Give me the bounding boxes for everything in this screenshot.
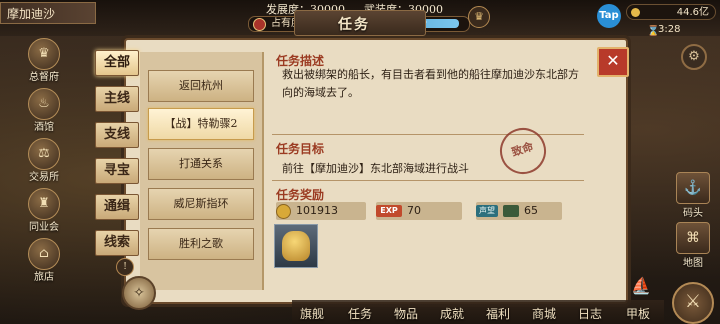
goal-title: 任务目标 bbox=[276, 142, 325, 156]
reward-item-golden-lion[interactable] bbox=[274, 224, 318, 268]
reward-rep-value: 65 bbox=[524, 204, 538, 217]
panel-title: 任务 bbox=[338, 17, 370, 33]
tab-wanted[interactable]: 通缉 bbox=[95, 194, 139, 220]
menu-exchange[interactable]: ⚖ 交易所 bbox=[22, 138, 66, 183]
close-button[interactable]: ✕ bbox=[597, 47, 629, 77]
menu-label: 旅店 bbox=[34, 272, 54, 283]
nav-items[interactable]: 物品 bbox=[394, 305, 418, 322]
reward-gold-value: 101913 bbox=[296, 204, 338, 217]
gear-icon[interactable]: ⚙ bbox=[681, 44, 707, 70]
menu-label: 交易所 bbox=[29, 172, 59, 183]
compass-icon[interactable]: ✧ bbox=[122, 276, 156, 310]
nav-log[interactable]: 日志 bbox=[578, 305, 602, 322]
nav-achievements[interactable]: 成就 bbox=[440, 305, 464, 322]
crown-icon[interactable]: ♛ bbox=[468, 6, 490, 28]
inn-icon: ⌂ bbox=[28, 238, 60, 270]
menu-map[interactable]: ⌘ 地图 bbox=[672, 222, 714, 269]
tap-button[interactable]: Tap bbox=[597, 4, 621, 28]
governor-icon: ♛ bbox=[28, 38, 60, 70]
gold-value: 44.6亿 bbox=[676, 7, 709, 18]
tab-clues[interactable]: 线索 bbox=[95, 230, 139, 256]
coin-icon bbox=[631, 8, 640, 17]
tab-all[interactable]: 全部 bbox=[95, 50, 139, 76]
ship-icon: ⛵ bbox=[631, 276, 651, 295]
quest-item[interactable]: 威尼斯指环 bbox=[148, 188, 254, 220]
coin-icon bbox=[276, 203, 291, 219]
quest-item[interactable]: 胜利之歌 bbox=[148, 228, 254, 260]
nav-flagship[interactable]: 旗舰 bbox=[300, 305, 324, 322]
map-icon: ⌘ bbox=[676, 222, 710, 254]
reward-gold: 101913 bbox=[276, 202, 366, 220]
dock-icon: ⚓ bbox=[676, 172, 710, 204]
quest-item[interactable]: 打通关系 bbox=[148, 148, 254, 180]
menu-label: 地图 bbox=[683, 258, 703, 269]
nav-deck[interactable]: 甲板 bbox=[626, 305, 650, 322]
clock-time: 3:28 bbox=[658, 24, 681, 35]
quest-item[interactable]: 返回杭州 bbox=[148, 70, 254, 102]
menu-tavern[interactable]: ♨ 酒馆 bbox=[22, 88, 66, 133]
ticket-icon bbox=[503, 205, 519, 217]
reward-exp: EXP 70 bbox=[376, 202, 462, 220]
lion-statue-icon bbox=[282, 231, 310, 261]
flag-icon bbox=[253, 18, 266, 31]
menu-label: 总督府 bbox=[29, 72, 59, 83]
guild-icon: ♜ bbox=[28, 188, 60, 220]
crossed-swords-icon[interactable]: ⚔ bbox=[672, 282, 714, 324]
bell-icon[interactable]: ! bbox=[116, 258, 134, 276]
nav-shop[interactable]: 商城 bbox=[532, 305, 556, 322]
tab-treasure[interactable]: 寻宝 bbox=[95, 158, 139, 184]
tavern-icon: ♨ bbox=[28, 88, 60, 120]
reward-title: 任务奖励 bbox=[276, 188, 325, 202]
reward-exp-value: 70 bbox=[407, 204, 421, 217]
tab-side[interactable]: 支线 bbox=[95, 122, 139, 148]
gold-counter: 44.6亿 bbox=[626, 4, 716, 20]
menu-label: 码头 bbox=[683, 208, 703, 219]
desc-text: 救出被绑架的船长，有目击者看到他的船往摩加迪沙东北部方向的海域去了。 bbox=[282, 68, 579, 99]
menu-label: 酒馆 bbox=[34, 122, 54, 133]
menu-label: 同业会 bbox=[29, 222, 59, 233]
menu-guild[interactable]: ♜ 同业会 bbox=[22, 188, 66, 233]
tab-main[interactable]: 主线 bbox=[95, 86, 139, 112]
exchange-icon: ⚖ bbox=[28, 138, 60, 170]
menu-inn[interactable]: ⌂ 旅店 bbox=[22, 238, 66, 283]
city-name[interactable]: 摩加迪沙 bbox=[0, 2, 96, 24]
goal-text: 前往【摩加迪沙】东北部海域进行战斗 bbox=[282, 162, 469, 175]
reward-reputation: 声望 65 bbox=[476, 202, 562, 220]
quest-item-selected[interactable]: 【战】特勒骤2 bbox=[148, 108, 254, 140]
nav-welfare[interactable]: 福利 bbox=[486, 305, 510, 322]
exp-icon: EXP bbox=[376, 205, 402, 217]
menu-dock[interactable]: ⚓ 码头 bbox=[672, 172, 714, 219]
reputation-icon: 声望 bbox=[476, 205, 498, 217]
menu-governor[interactable]: ♛ 总督府 bbox=[22, 38, 66, 83]
nav-quests[interactable]: 任务 bbox=[348, 305, 372, 322]
divider bbox=[272, 180, 584, 181]
